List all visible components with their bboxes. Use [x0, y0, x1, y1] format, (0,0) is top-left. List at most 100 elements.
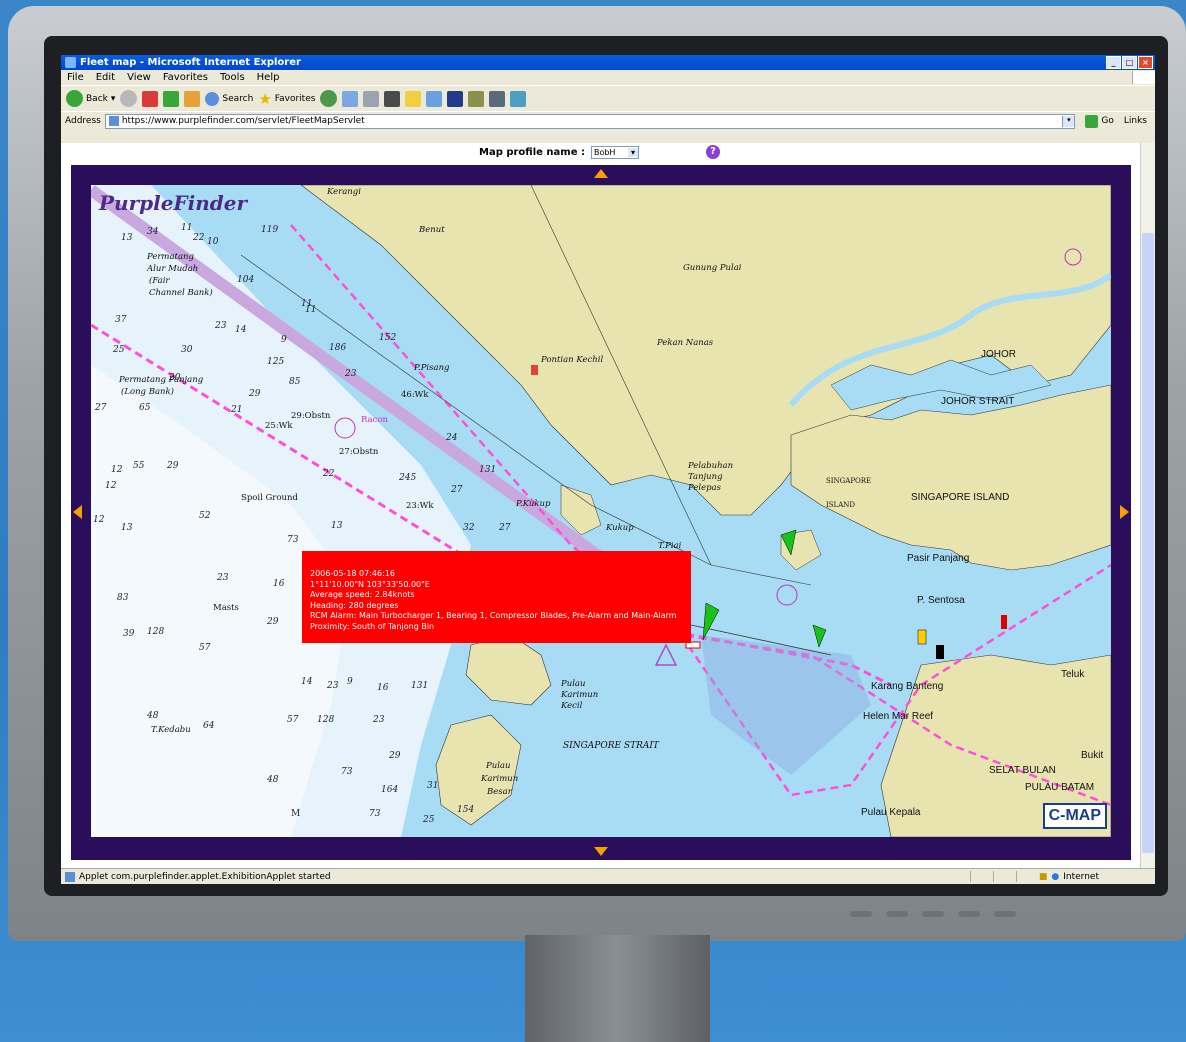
map-label: Spoil Ground [241, 493, 298, 503]
minimize-icon[interactable]: _ [1106, 56, 1121, 69]
depth-sounding: 48 [147, 711, 159, 721]
depth-sounding: 32 [463, 523, 475, 533]
depth-sounding: 27 [451, 485, 463, 495]
search-button[interactable]: Search [205, 91, 253, 106]
chevron-down-icon: ▾ [627, 148, 638, 157]
depth-sounding: 22 [193, 233, 205, 243]
pan-right-arrow-icon[interactable] [1120, 505, 1129, 519]
purplefinder-logo: PurpleFinder [99, 191, 248, 215]
chat-icon[interactable] [489, 90, 506, 107]
depth-sounding: 73 [287, 535, 299, 545]
depth-sounding: 23 [327, 681, 339, 691]
print-icon[interactable] [363, 90, 380, 107]
browser-window: Fleet map - Microsoft Internet Explorer … [61, 55, 1155, 884]
menu-file[interactable]: File [67, 72, 84, 83]
vertical-scrollbar[interactable] [1140, 143, 1155, 868]
refresh-icon[interactable] [163, 90, 180, 107]
map-label: Besar [487, 787, 512, 797]
depth-sounding: 164 [381, 785, 399, 795]
edit-icon[interactable] [384, 90, 401, 107]
mail-icon[interactable] [342, 90, 359, 107]
close-icon[interactable]: × [1138, 56, 1153, 69]
popup-speed: Average speed: 2.84knots [310, 590, 415, 600]
map-label: Kecil [561, 701, 583, 711]
scrollbar-thumb[interactable] [1142, 233, 1154, 853]
map-label: 27:Obstn [339, 447, 379, 457]
home-icon[interactable] [184, 90, 201, 107]
menu-edit[interactable]: Edit [96, 72, 115, 83]
depth-sounding: 154 [457, 805, 475, 815]
map-label: Pekan Nanas [657, 338, 714, 348]
depth-sounding: 30 [181, 345, 193, 355]
map-label: Bukit [1081, 750, 1104, 761]
help-icon[interactable]: ? [706, 145, 720, 159]
map-label: P. Sentosa [917, 595, 965, 606]
pan-left-arrow-icon[interactable] [73, 505, 82, 519]
map-label: SELAT BULAN [989, 765, 1056, 776]
history-icon[interactable] [320, 90, 338, 107]
menu-view[interactable]: View [127, 72, 151, 83]
depth-sounding: 14 [235, 325, 247, 335]
stop-icon[interactable] [142, 90, 159, 107]
menu-tools[interactable]: Tools [220, 72, 245, 83]
depth-sounding: 20 [169, 373, 181, 383]
forward-button[interactable] [120, 90, 138, 107]
notes-icon[interactable] [405, 90, 422, 107]
popup-position: 1°11'10.00"N 103°33'50.00"E [310, 579, 430, 589]
map-label: Racon [361, 415, 389, 425]
depth-sounding: 52 [199, 511, 211, 521]
depth-sounding: 125 [267, 357, 285, 367]
depth-sounding: 14 [301, 677, 313, 687]
vessel-alarm-popup[interactable]: 2006-05-18 07:46:16 1°11'10.00"N 103°33'… [302, 551, 691, 643]
go-arrow-icon [1085, 114, 1099, 128]
map-label: P.Pisang [414, 363, 450, 373]
map-label: T.Kedabu [151, 725, 191, 735]
menu-help[interactable]: Help [257, 72, 280, 83]
monitor-buttons [850, 905, 1050, 923]
popup-heading: Heading: 280 degrees [310, 600, 399, 610]
depth-sounding: M [291, 809, 301, 819]
depth-sounding: 152 [379, 333, 397, 343]
favorites-button[interactable]: ★ Favorites [258, 90, 315, 108]
go-button[interactable]: Go [1079, 114, 1119, 128]
title-bar: Fleet map - Microsoft Internet Explorer … [61, 55, 1155, 70]
back-arrow-icon [66, 90, 83, 107]
depth-sounding: 9 [281, 335, 287, 345]
depth-sounding: 23 [345, 369, 357, 379]
depth-sounding: 27 [499, 523, 511, 533]
links-button[interactable]: Links [1124, 116, 1155, 126]
maximize-icon[interactable]: □ [1122, 56, 1137, 69]
depth-sounding: 11 [181, 223, 193, 233]
discuss-icon[interactable] [468, 90, 485, 107]
pan-up-arrow-icon[interactable] [594, 169, 608, 178]
menu-favorites[interactable]: Favorites [163, 72, 208, 83]
pan-down-arrow-icon[interactable] [594, 847, 608, 856]
depth-sounding: 29 [389, 751, 401, 761]
depth-sounding: 23 [373, 715, 385, 725]
ie-icon [65, 57, 76, 68]
depth-sounding: 83 [117, 593, 129, 603]
research-icon[interactable] [426, 90, 443, 107]
depth-sounding: 22 [323, 469, 335, 479]
address-input[interactable]: https://www.purplefinder.com/servlet/Fle… [104, 113, 1076, 129]
lock-icon: ■ [1038, 871, 1048, 882]
messenger-icon[interactable] [447, 90, 464, 107]
depth-sounding: 23 [217, 573, 229, 583]
back-button[interactable]: Back ▾ [66, 90, 115, 107]
depth-sounding: 128 [147, 627, 165, 637]
depth-sounding: 55 [133, 461, 145, 471]
globe-icon: ● [1051, 871, 1060, 882]
map-label: Teluk [1061, 669, 1085, 680]
cmap-logo: C-MAP [1042, 803, 1107, 829]
address-dropdown-icon[interactable]: ▾ [1062, 115, 1075, 127]
page-status-icon [65, 871, 75, 882]
people-icon[interactable] [510, 90, 527, 107]
depth-sounding: 245 [399, 473, 417, 483]
profile-select[interactable]: BobH ▾ [590, 146, 639, 159]
map-label: Helen Mar Reef [863, 711, 934, 722]
map-label: Kukup [606, 523, 634, 533]
map-label: Karimun [481, 774, 519, 784]
depth-sounding: 23 [215, 321, 227, 331]
nautical-map[interactable]: PurpleFinder C-MAP Kerangi Benut Gunung … [91, 185, 1111, 837]
page-icon [108, 116, 119, 126]
